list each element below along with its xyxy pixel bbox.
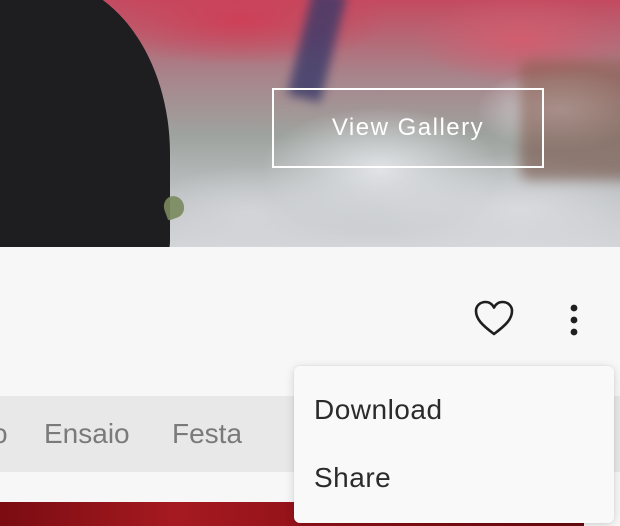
category-item-ensaio[interactable]: Ensaio [44, 396, 130, 472]
menu-item-share[interactable]: Share [314, 462, 391, 494]
menu-item-download[interactable]: Download [314, 394, 443, 426]
more-options-menu: Download Share [294, 366, 614, 523]
more-options-icon[interactable] [560, 300, 588, 340]
hero-figure [0, 0, 170, 247]
heart-icon[interactable] [474, 300, 514, 338]
hero-image: View Gallery [0, 0, 620, 247]
category-item[interactable]: o [0, 396, 8, 472]
view-gallery-button[interactable]: View Gallery [272, 88, 544, 168]
category-item-festa[interactable]: Festa [172, 396, 242, 472]
